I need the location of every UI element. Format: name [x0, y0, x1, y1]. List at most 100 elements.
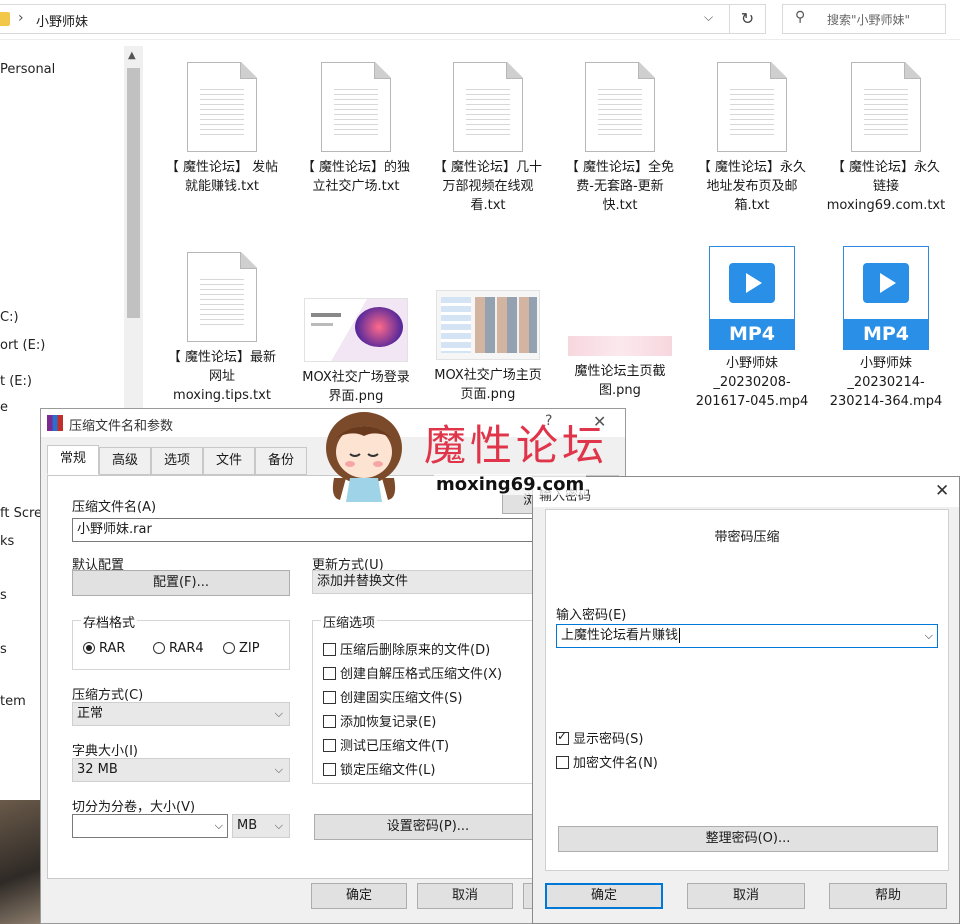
text-file-icon	[453, 62, 523, 152]
chevron-right-icon[interactable]: ›	[18, 10, 24, 26]
search-placeholder: 搜索"小野师妹"	[827, 13, 911, 27]
nav-item-s2[interactable]: s	[0, 642, 7, 657]
file-name: 【 魔性论坛】几十万部视频在线观看.txt	[433, 160, 543, 213]
file-item[interactable]: MOX社交广场登录界面.png	[296, 264, 416, 406]
chevron-down-icon: ⌵	[214, 819, 223, 832]
option-lock[interactable]: 锁定压缩文件(L)	[323, 759, 435, 778]
scroll-up-icon[interactable]: ▲	[128, 50, 136, 61]
password-dialog: 输入密码 ✕ 带密码压缩 输入密码(E) 上魔性论坛看片赚钱 ⌵ 显示密码(S)…	[532, 476, 960, 924]
nav-item-s[interactable]: s	[0, 588, 7, 603]
password-cancel-button[interactable]: 取消	[687, 883, 805, 909]
dictionary-size-value: 32 MB	[77, 762, 118, 777]
file-item[interactable]: 【 魔性论坛】永久链接moxing69.com.txt	[826, 62, 946, 215]
watermark-url: moxing69.com	[434, 474, 587, 495]
nav-item-e[interactable]: e	[0, 400, 8, 415]
compression-method-select[interactable]: 正常 ⌵	[72, 702, 290, 726]
cancel-button[interactable]: 取消	[417, 883, 513, 909]
option-recovery-record[interactable]: 添加恢复记录(E)	[323, 711, 436, 730]
video-file-icon: MP4	[843, 246, 929, 350]
file-item[interactable]: 【 魔性论坛】的独立社交广场.txt	[296, 62, 416, 196]
breadcrumb-folder[interactable]: 小野师妹	[36, 11, 88, 30]
chevron-down-icon[interactable]: ⌵	[925, 625, 933, 647]
image-thumbnail	[436, 290, 540, 360]
chevron-down-icon: ⌵	[274, 707, 283, 720]
desktop-wallpaper	[0, 800, 40, 924]
file-item[interactable]: MP4 小野师妹_20230208-201617-045.mp4	[692, 246, 812, 411]
encrypt-filenames-checkbox[interactable]: 加密文件名(N)	[556, 752, 658, 771]
file-item[interactable]: 【 魔性论坛】 发帖就能赚钱.txt	[162, 62, 282, 196]
show-password-checkbox[interactable]: 显示密码(S)	[556, 728, 643, 747]
password-ok-button[interactable]: 确定	[545, 883, 663, 909]
option-create-sfx[interactable]: 创建自解压格式压缩文件(X)	[323, 663, 502, 682]
folder-icon	[0, 12, 10, 26]
split-volume-size-input[interactable]: ⌵	[72, 814, 228, 838]
address-bar-area: › 小野师妹 ⌵ ↻ ⚲ 搜索"小野师妹"	[0, 0, 960, 40]
file-name: 【 魔性论坛】永久地址发布页及邮箱.txt	[697, 160, 807, 213]
password-help-button[interactable]: 帮助	[829, 883, 947, 909]
nav-item-screenshots[interactable]: ft Scre	[0, 506, 42, 521]
file-item[interactable]: 【 魔性论坛】全免费-无套路-更新快.txt	[560, 62, 680, 215]
file-name: 【 魔性论坛】全免费-无套路-更新快.txt	[565, 160, 675, 213]
chevron-down-icon[interactable]: ⌵	[704, 10, 713, 25]
archive-name-field[interactable]: 小野师妹.rar	[72, 518, 602, 542]
profiles-button[interactable]: 配置(F)...	[72, 570, 290, 596]
file-name: 魔性论坛主页截图.png	[574, 364, 666, 398]
file-name: MOX社交广场登录界面.png	[302, 370, 410, 404]
format-radio-rar4[interactable]: RAR4	[153, 641, 204, 656]
nav-item-system[interactable]: tem	[0, 694, 26, 709]
play-icon	[863, 263, 909, 303]
tab-files[interactable]: 文件	[203, 447, 255, 475]
dictionary-size-label: 字典大小(I)	[72, 744, 138, 759]
image-thumbnail	[304, 298, 408, 362]
file-name: 【 魔性论坛】的独立社交广场.txt	[301, 160, 411, 194]
format-radio-zip[interactable]: ZIP	[223, 641, 260, 656]
nav-item-personal[interactable]: Personal	[0, 62, 55, 77]
file-item[interactable]: 【 魔性论坛】最新网址moxing.tips.txt	[162, 252, 282, 405]
format-radio-rar[interactable]: RAR	[83, 641, 125, 656]
option-test[interactable]: 测试已压缩文件(T)	[323, 735, 449, 754]
split-unit-value: MB	[237, 818, 258, 833]
archive-name-label: 压缩文件名(A)	[72, 500, 157, 515]
scrollbar-thumb[interactable]	[127, 68, 140, 318]
image-thumbnail	[568, 336, 672, 356]
refresh-button[interactable]: ↻	[730, 4, 766, 34]
nav-item-drive-e2[interactable]: t (E:)	[0, 374, 32, 389]
search-input[interactable]: ⚲ 搜索"小野师妹"	[782, 4, 946, 34]
nav-item-drive-e[interactable]: ort (E:)	[0, 338, 45, 353]
video-file-icon: MP4	[709, 246, 795, 350]
close-icon[interactable]: ✕	[935, 481, 949, 501]
site-watermark: 魔性论坛 moxing69.com	[316, 404, 626, 508]
organize-passwords-button[interactable]: 整理密码(O)...	[558, 826, 938, 852]
text-file-icon	[717, 62, 787, 152]
nav-item-ks[interactable]: ks	[0, 534, 14, 549]
update-mode-value: 添加并替换文件	[317, 574, 409, 589]
file-item[interactable]: 魔性论坛主页截图.png	[560, 264, 680, 400]
text-file-icon	[851, 62, 921, 152]
archive-options-label: 压缩选项	[321, 612, 378, 631]
text-file-icon	[187, 62, 257, 152]
set-password-button[interactable]: 设置密码(P)...	[314, 814, 542, 840]
tab-backup[interactable]: 备份	[255, 447, 307, 475]
refresh-icon: ↻	[740, 9, 755, 28]
nav-item-drive-c[interactable]: C:)	[0, 310, 19, 325]
tab-general[interactable]: 常规	[47, 445, 99, 475]
password-heading: 带密码压缩	[714, 530, 780, 545]
file-name: 【 魔性论坛】 发帖就能赚钱.txt	[165, 160, 279, 194]
file-item[interactable]: 【 魔性论坛】永久地址发布页及邮箱.txt	[692, 62, 812, 215]
text-file-icon	[187, 252, 257, 342]
dictionary-size-select[interactable]: 32 MB ⌵	[72, 758, 290, 782]
ok-button[interactable]: 确定	[311, 883, 407, 909]
split-unit-select[interactable]: MB ⌵	[232, 814, 290, 838]
file-item[interactable]: MOX社交广场主页页面.png	[428, 264, 548, 404]
dialog-title: 压缩文件名和参数	[69, 419, 174, 434]
file-item[interactable]: MP4 小野师妹_20230214-230214-364.mp4	[826, 246, 946, 411]
compression-method-value: 正常	[77, 706, 104, 721]
tab-advanced[interactable]: 高级	[99, 447, 151, 475]
file-item[interactable]: 【 魔性论坛】几十万部视频在线观看.txt	[428, 62, 548, 215]
address-bar[interactable]: › 小野师妹 ⌵	[0, 4, 730, 34]
password-input[interactable]: 上魔性论坛看片赚钱 ⌵	[556, 624, 938, 648]
file-name: 【 魔性论坛】永久链接moxing69.com.txt	[826, 160, 946, 213]
option-solid[interactable]: 创建固实压缩文件(S)	[323, 687, 462, 706]
option-delete-after[interactable]: 压缩后删除原来的文件(D)	[323, 639, 490, 658]
tab-options[interactable]: 选项	[151, 447, 203, 475]
